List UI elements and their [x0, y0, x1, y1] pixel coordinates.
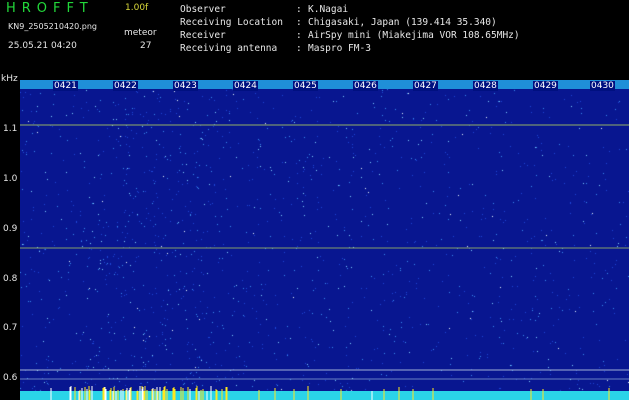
- info-row-receiver: Receiver: AirSpy mini (Miakejima VOR 108.…: [180, 29, 520, 42]
- spectrogram-overlay: [20, 80, 629, 400]
- station-info: Observer: K.Nagai Receiving Location: Chig…: [180, 3, 520, 55]
- time-marker: 0428: [473, 81, 498, 91]
- meteor-label: meteor: [124, 28, 157, 38]
- y-tick-label: 1.0: [3, 174, 18, 184]
- time-marker: 0430: [590, 81, 615, 91]
- version-label: 1.00f: [125, 3, 149, 13]
- hrofft-window: HROFFT 1.00f KN9_2505210420.png meteor 2…: [0, 0, 629, 400]
- info-row-observer: Observer: K.Nagai: [180, 3, 520, 16]
- info-key: Receiving Location: [180, 17, 283, 28]
- info-key: Observer: [180, 4, 226, 15]
- spectrogram-plot: [20, 80, 629, 400]
- y-tick-label: 0.9: [3, 224, 18, 234]
- meteor-count: 27: [140, 41, 152, 51]
- info-sep: :: [296, 43, 302, 54]
- info-sep: :: [296, 17, 302, 28]
- y-tick-label: 0.7: [3, 323, 18, 333]
- time-marker: 0421: [53, 81, 78, 91]
- info-value: AirSpy mini (Miakejima VOR 108.65MHz): [308, 30, 520, 41]
- time-marker: 0422: [113, 81, 138, 91]
- y-axis-unit: kHz: [1, 74, 18, 84]
- time-marker: 0426: [353, 81, 378, 91]
- info-row-antenna: Receiving antenna: Maspro FM-3: [180, 42, 520, 55]
- time-marker: 0424: [233, 81, 258, 91]
- info-value: Maspro FM-3: [308, 43, 371, 54]
- time-marker: 0423: [173, 81, 198, 91]
- y-tick-label: 0.6: [3, 373, 18, 383]
- time-marker: 0425: [293, 81, 318, 91]
- time-marker: 0429: [533, 81, 558, 91]
- info-value: K.Nagai: [308, 4, 349, 15]
- info-row-location: Receiving Location: Chigasaki, Japan (139…: [180, 16, 520, 29]
- y-tick-label: 0.8: [3, 274, 18, 284]
- info-key: Receiving antenna: [180, 43, 278, 54]
- timestamp: 25.05.21 04:20: [8, 41, 77, 51]
- y-tick-label: 1.1: [3, 124, 18, 134]
- info-key: Receiver: [180, 30, 226, 41]
- info-value: Chigasaki, Japan (139.414 35.340): [308, 17, 497, 28]
- app-title: HROFFT: [6, 1, 94, 16]
- info-sep: :: [296, 30, 302, 41]
- header-panel: HROFFT 1.00f KN9_2505210420.png meteor 2…: [0, 0, 629, 80]
- file-name: KN9_2505210420.png: [8, 22, 97, 31]
- time-marker: 0427: [413, 81, 438, 91]
- info-sep: :: [296, 4, 302, 15]
